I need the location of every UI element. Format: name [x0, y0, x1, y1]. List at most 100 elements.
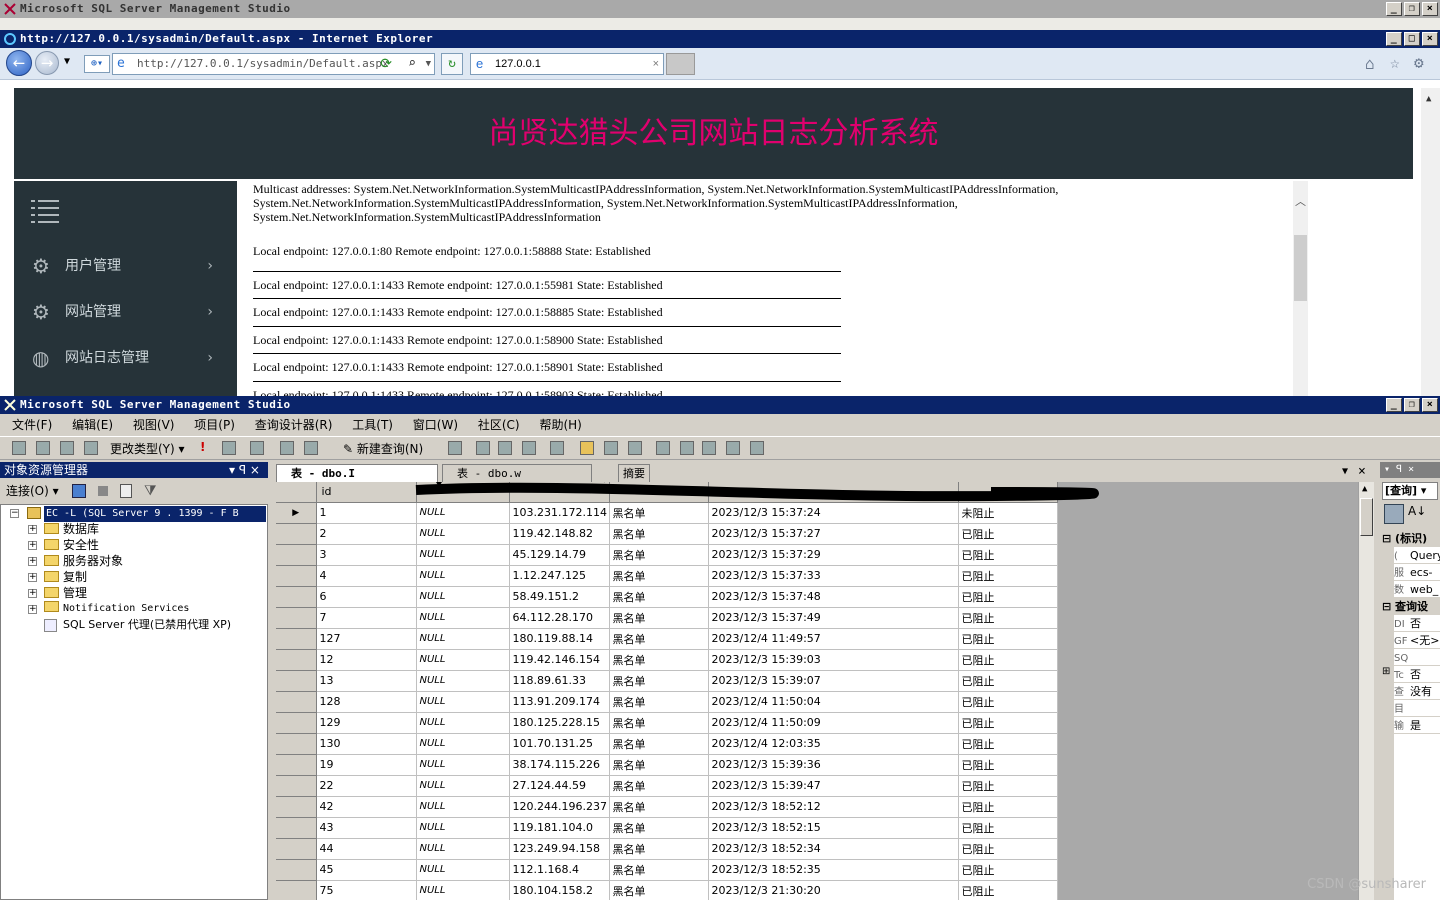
properties-object-combo[interactable]: [查询] ▾ — [1382, 482, 1438, 500]
row-selector[interactable] — [276, 691, 317, 713]
table-cell[interactable]: NULL — [416, 817, 510, 839]
table-row[interactable]: 2 NULL 119.42.148.82 黑名单 2023/12/3 15:37:27 已… — [276, 523, 1058, 545]
row-selector[interactable] — [276, 670, 317, 692]
table-cell[interactable]: 2023/12/3 15:37:27 — [708, 523, 959, 545]
tree-node-databases[interactable]: 数据库 — [44, 521, 99, 537]
table-cell[interactable]: 119.181.104.0 — [509, 817, 610, 839]
table-cell[interactable]: NULL — [416, 775, 510, 797]
forward-button[interactable]: → — [35, 51, 59, 75]
add-derived-table-icon[interactable] — [304, 441, 318, 455]
tree-node-security[interactable]: 安全性 — [44, 537, 99, 553]
table-cell[interactable]: NULL — [416, 880, 510, 900]
table-row[interactable]: 3 NULL 45.129.14.79 黑名单 2023/12/3 15:37:29 已阻… — [276, 544, 1058, 566]
table-cell[interactable]: 黑名单 — [609, 607, 709, 629]
property-row[interactable]: 目 — [1394, 700, 1440, 717]
table-cell[interactable]: 2023/12/3 18:52:15 — [708, 817, 959, 839]
new-file-icon[interactable] — [550, 441, 564, 455]
table-cell[interactable]: 2023/12/3 18:52:12 — [708, 796, 959, 818]
sidebar-item-user-management[interactable]: ⚙ 用户管理 › — [14, 243, 237, 289]
ie-maximize-button[interactable]: □ — [1404, 32, 1420, 46]
table-cell[interactable]: 128 — [316, 691, 417, 713]
table-cell[interactable]: 已阻止 — [958, 544, 1058, 566]
address-dropdown-icon[interactable]: ▼ — [426, 54, 431, 74]
table-cell[interactable]: 2023/12/4 11:50:04 — [708, 691, 959, 713]
properties-category-query[interactable]: ⊟ 查询设 — [1380, 598, 1440, 615]
table-cell[interactable]: 黑名单 — [609, 628, 709, 650]
tab-table-1[interactable]: 表 - dbo.I — [276, 464, 438, 482]
table-cell[interactable]: NULL — [416, 607, 510, 629]
table-cell[interactable]: 已阻止 — [958, 712, 1058, 734]
table-cell[interactable]: 已阻止 — [958, 859, 1058, 881]
table-cell[interactable]: 38.174.115.226 — [509, 754, 610, 776]
row-selector[interactable] — [276, 712, 317, 734]
row-selector[interactable] — [276, 838, 317, 860]
table-cell[interactable]: NULL — [416, 796, 510, 818]
table-cell[interactable]: 2023/12/3 15:37:48 — [708, 586, 959, 608]
row-selector[interactable] — [276, 649, 317, 671]
row-selector[interactable] — [276, 544, 317, 566]
table-cell[interactable]: 1.12.247.125 — [509, 565, 610, 587]
table-cell[interactable]: 已阻止 — [958, 880, 1058, 900]
row-selector[interactable] — [276, 880, 317, 900]
table-cell[interactable]: 129 — [316, 712, 417, 734]
row-selector[interactable] — [276, 607, 317, 629]
table-cell[interactable]: 黑名单 — [609, 670, 709, 692]
table-cell[interactable]: 已阻止 — [958, 649, 1058, 671]
add-table-icon[interactable] — [280, 441, 294, 455]
registered-servers-icon[interactable] — [656, 441, 670, 455]
change-type-dropdown[interactable]: 更改类型(Y) ▾ — [110, 441, 185, 457]
row-selector[interactable] — [276, 628, 317, 650]
table-cell[interactable]: 已阻止 — [958, 733, 1058, 755]
table-row[interactable]: 19 NULL 38.174.115.226 黑名单 2023/12/3 15:39:3… — [276, 754, 1058, 776]
table-cell[interactable]: 113.91.209.174 — [509, 691, 610, 713]
table-row[interactable]: 129 NULL 180.125.228.15 黑名单 2023/12/4 11:50:… — [276, 712, 1058, 734]
menu-project[interactable]: 项目(P) — [194, 418, 235, 432]
filter-icon[interactable]: ⧩ — [144, 480, 157, 502]
table-cell[interactable]: 黑名单 — [609, 754, 709, 776]
table-row[interactable]: 22 NULL 27.124.44.59 黑名单 2023/12/3 15:39:47 已… — [276, 775, 1058, 797]
categorized-icon[interactable] — [1384, 504, 1404, 524]
table-cell[interactable]: 黑名单 — [609, 523, 709, 545]
grid-scroll-thumb[interactable] — [1360, 498, 1373, 536]
menu-view[interactable]: 视图(V) — [133, 418, 175, 432]
database-engine-query-icon[interactable] — [448, 441, 462, 455]
properties-icon[interactable] — [726, 441, 740, 455]
table-cell[interactable]: NULL — [416, 838, 510, 860]
table-cell[interactable]: NULL — [416, 670, 510, 692]
group-by-icon[interactable] — [250, 441, 264, 455]
sidebar-item-log-management[interactable]: ◍ 网站日志管理 › — [14, 335, 237, 381]
table-cell[interactable]: 黑名单 — [609, 733, 709, 755]
row-selector[interactable] — [276, 817, 317, 839]
table-cell[interactable]: 130 — [316, 733, 417, 755]
collapse-icon[interactable]: − — [10, 509, 19, 518]
tree-node-server-objects[interactable]: 服务器对象 — [44, 553, 123, 569]
table-cell[interactable]: 已阻止 — [958, 775, 1058, 797]
table-cell[interactable]: 已阻止 — [958, 817, 1058, 839]
property-row[interactable]: (Query — [1394, 547, 1440, 564]
table-cell[interactable]: 已阻止 — [958, 670, 1058, 692]
table-cell[interactable]: 123.249.94.158 — [509, 838, 610, 860]
expand-icon[interactable]: + — [28, 605, 37, 614]
compatibility-icon[interactable]: ⟳ — [380, 54, 392, 74]
ssms-restore-button[interactable]: ❐ — [1404, 398, 1420, 412]
table-row[interactable]: 42 NULL 120.244.196.237 黑名单 2023/12/3 18:52:… — [276, 796, 1058, 818]
table-cell[interactable]: 180.125.228.15 — [509, 712, 610, 734]
menu-edit[interactable]: 编辑(E) — [72, 418, 113, 432]
ie-minimize-button[interactable]: _ — [1386, 32, 1402, 46]
table-row[interactable]: 45 NULL 112.1.168.4 黑名单 2023/12/3 18:52:35 已阻… — [276, 859, 1058, 881]
hamburger-menu-icon[interactable] — [31, 198, 59, 224]
tree-node-sql-agent[interactable]: SQL Server 代理(已禁用代理 XP) — [44, 617, 231, 633]
table-cell[interactable]: 120.244.196.237 — [509, 796, 610, 818]
table-cell[interactable]: 4 — [316, 565, 417, 587]
row-selector[interactable] — [276, 733, 317, 755]
open-folder-icon[interactable] — [580, 441, 594, 455]
table-cell[interactable]: 12 — [316, 649, 417, 671]
tab-close-icon[interactable]: × — [1358, 464, 1366, 479]
property-row[interactable]: Tc 否 — [1394, 666, 1440, 683]
server-node[interactable]: EC -L (SQL Server 9 . 1399 - F B — [44, 506, 266, 522]
table-cell[interactable]: 44 — [316, 838, 417, 860]
property-row[interactable]: 输是 — [1394, 717, 1440, 734]
table-cell[interactable]: 黑名单 — [609, 565, 709, 587]
tab-close-icon[interactable]: × — [653, 54, 659, 74]
table-cell[interactable]: 黑名单 — [609, 838, 709, 860]
